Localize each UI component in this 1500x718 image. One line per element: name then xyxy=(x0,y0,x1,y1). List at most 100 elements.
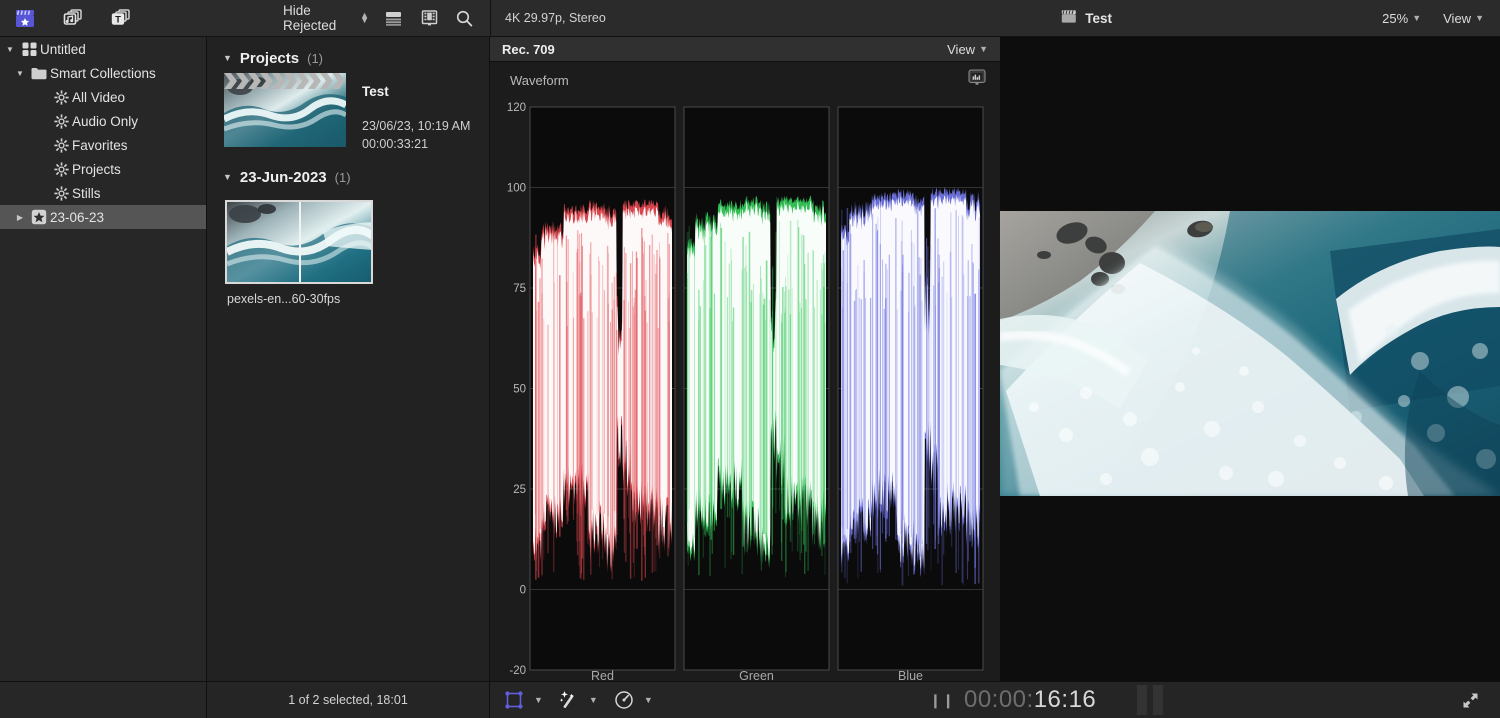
fullscreen-button[interactable] xyxy=(1440,692,1500,709)
sidebar-item-label: Untitled xyxy=(40,41,86,57)
projects-group-title: Projects xyxy=(239,50,300,67)
disclosure-triangle-down-icon[interactable]: ▼ xyxy=(223,172,232,182)
viewer-tools: ▼ ▼ ▼ xyxy=(490,690,653,710)
chevron-down-icon: ▼ xyxy=(1475,13,1484,23)
viewer-panel[interactable] xyxy=(1000,37,1500,681)
sidebar-item-favorites[interactable]: Favorites xyxy=(0,133,206,157)
timecode-value: 00:00:16:16 xyxy=(964,686,1096,714)
gear-smart-icon xyxy=(50,137,72,153)
audio-meter xyxy=(1137,685,1164,715)
sidebar-item-label: Audio Only xyxy=(72,113,139,129)
sidebar-item-label: Projects xyxy=(72,161,121,177)
y-axis-tick-label: 0 xyxy=(520,585,526,597)
project-name: Test xyxy=(362,84,389,99)
scope-colorspace-label: Rec. 709 xyxy=(502,41,555,57)
search-icon[interactable] xyxy=(453,7,476,29)
pause-icon[interactable]: ❙❙ xyxy=(930,692,955,709)
sidebar-item-projects[interactable]: Projects xyxy=(0,157,206,181)
timecode-display[interactable]: ❙❙ 00:00:16:16 xyxy=(653,685,1440,715)
event-group-title: 23-Jun-2023 xyxy=(239,169,327,186)
video-scope-panel: Rec. 709 View ▼ Waveform 120 100 75 50 2… xyxy=(490,37,1000,683)
chevron-down-icon[interactable]: ▼ xyxy=(644,695,653,705)
sidebar-footer xyxy=(0,681,207,718)
top-toolbar: T Hide Rejected ▲ ▼ 4K 29.97p, Stereo Te… xyxy=(0,0,1500,37)
clapperboard-icon xyxy=(1061,9,1077,27)
event-star-icon xyxy=(28,209,50,225)
waveform-channel-green xyxy=(683,106,830,671)
clip-name: pexels-en...60-30fps xyxy=(227,292,341,306)
sidebar-item-stills[interactable]: Stills xyxy=(0,181,206,205)
library-grid-icon xyxy=(18,42,40,56)
hide-rejected-dropdown[interactable]: Hide Rejected ▲ ▼ xyxy=(283,3,369,33)
project-item[interactable]: Test 23/06/23, 10:19 AM 00:00:33:21 xyxy=(207,73,489,151)
toolbar-right: 25% ▼ View ▼ xyxy=(1382,11,1500,26)
viewer-view-label: View xyxy=(1443,10,1472,26)
sidebar-item-untitled[interactable]: ▼ Untitled xyxy=(0,37,206,61)
gear-smart-icon xyxy=(50,161,72,177)
y-axis-tick-label: 120 xyxy=(507,102,526,114)
chevron-down-icon[interactable]: ▼ xyxy=(589,695,598,705)
scope-header: Rec. 709 View ▼ xyxy=(490,37,1000,62)
y-axis-tick-label: 50 xyxy=(513,384,526,396)
project-chevron-strip xyxy=(224,73,346,89)
sidebar-item-audio-only[interactable]: Audio Only xyxy=(0,109,206,133)
viewer-video-frame[interactable] xyxy=(1000,211,1500,496)
filmstrip-view-icon[interactable] xyxy=(418,7,441,29)
waveform-channel-blue xyxy=(837,106,984,671)
sidebar-item-all-video[interactable]: All Video xyxy=(0,85,206,109)
projects-group-header[interactable]: ▼ Projects (1) xyxy=(207,37,489,73)
gear-smart-icon xyxy=(50,89,72,105)
zoom-level-dropdown[interactable]: 25% ▼ xyxy=(1382,11,1421,26)
speedometer-icon xyxy=(615,691,633,709)
clip-playhead[interactable] xyxy=(299,202,301,282)
scope-view-label: View xyxy=(947,41,976,57)
zoom-level-label: 25% xyxy=(1382,10,1409,26)
list-view-icon[interactable] xyxy=(382,7,405,29)
clip-thumbnail[interactable] xyxy=(225,200,373,284)
event-group-header[interactable]: ▼ 23-Jun-2023 (1) xyxy=(207,151,489,192)
scope-monitor-icon[interactable] xyxy=(968,69,986,91)
retime-tool-button[interactable]: ▼ xyxy=(614,690,653,710)
library-clapperboard-icon[interactable] xyxy=(12,7,38,29)
project-date: 23/06/23, 10:19 AM xyxy=(362,119,471,133)
titles-generators-icon[interactable]: T xyxy=(108,7,134,29)
waveform-svg: 120 100 75 50 25 0 -20 Red Green Blue xyxy=(490,97,1000,683)
viewer-view-dropdown[interactable]: View ▼ xyxy=(1443,11,1484,26)
gear-smart-icon xyxy=(50,113,72,129)
channel-label: Red xyxy=(591,669,614,681)
y-axis-tick-label: 25 xyxy=(513,484,526,496)
scope-type-label: Waveform xyxy=(510,72,569,88)
y-axis-tick-label: -20 xyxy=(509,665,526,677)
scope-view-dropdown[interactable]: View ▼ xyxy=(947,42,988,57)
disclosure-triangle-down-icon[interactable]: ▼ xyxy=(12,69,28,78)
disclosure-triangle-right-icon[interactable]: ▶ xyxy=(12,213,28,222)
scope-subheader: Waveform xyxy=(490,62,1000,91)
disclosure-triangle-down-icon[interactable]: ▼ xyxy=(2,45,18,54)
sidebar-list: ▼ Untitled ▼ Smart Collections All Video Audi… xyxy=(0,37,206,229)
timecode-lit: 16:16 xyxy=(1033,686,1097,713)
project-title: Test xyxy=(1085,10,1112,26)
timecode-dim: 00:00: xyxy=(963,686,1034,713)
sidebar-item-label: Smart Collections xyxy=(50,65,156,81)
folder-icon xyxy=(28,67,50,80)
transform-tool-button[interactable]: ▼ xyxy=(504,690,543,710)
clip-item[interactable]: pexels-en...60-30fps xyxy=(207,192,489,306)
projects-group-count: (1) xyxy=(307,51,324,66)
waveform-scope[interactable]: 120 100 75 50 25 0 -20 Red Green Blue xyxy=(490,97,1000,683)
chevron-down-icon[interactable]: ▼ xyxy=(534,695,543,705)
y-axis-tick-label: 100 xyxy=(507,182,526,194)
channel-label: Green xyxy=(739,669,774,681)
enhancements-tool-button[interactable]: ▼ xyxy=(559,690,598,710)
sidebar-item-label: 23-06-23 xyxy=(50,209,105,225)
sidebar-item-smart-collections[interactable]: ▼ Smart Collections xyxy=(0,61,206,85)
project-title-group: Test xyxy=(791,9,1382,27)
disclosure-triangle-down-icon[interactable]: ▼ xyxy=(223,53,232,63)
hide-rejected-label: Hide Rejected xyxy=(283,3,337,33)
project-thumbnail[interactable] xyxy=(224,73,346,147)
y-axis-tick-label: 75 xyxy=(513,283,526,295)
chevron-down-icon: ▼ xyxy=(1412,13,1422,23)
libraries-sidebar: ▼ Untitled ▼ Smart Collections All Video Audi… xyxy=(0,37,207,718)
final-cut-pro-window: T Hide Rejected ▲ ▼ 4K 29.97p, Stereo Te… xyxy=(0,0,1500,718)
sidebar-item-23-06-23[interactable]: ▶ 23-06-23 xyxy=(0,205,206,229)
photos-audio-icon[interactable] xyxy=(60,7,86,29)
